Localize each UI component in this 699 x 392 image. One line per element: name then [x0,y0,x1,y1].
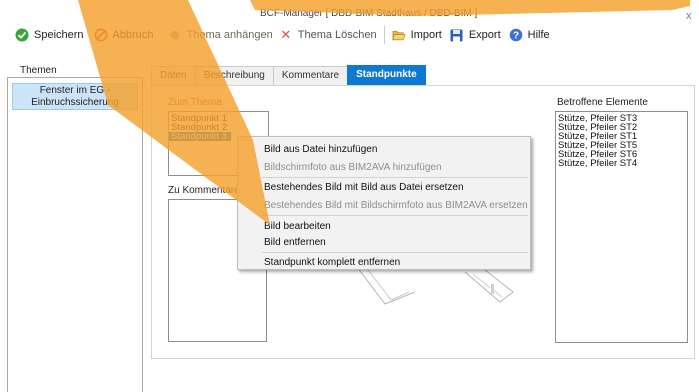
affected-elements-list[interactable]: Stütze, Pfeiler ST3 Stütze, Pfeiler ST2 … [555,111,688,343]
tab-standpunkte[interactable]: Standpunkte [347,65,426,85]
element-item[interactable]: Stütze, Pfeiler ST4 [556,159,687,169]
themes-label: Themen [20,65,57,76]
tab-bar: Daten Beschreibung Kommentare Standpunkt… [151,65,426,85]
menu-item-add-image-from-file[interactable]: Bild aus Datei hinzufügen [264,144,377,155]
help-icon: ? [509,28,523,42]
betroffene-elemente-label: Betroffene Elemente [557,97,648,108]
menu-item-add-screenshot[interactable]: Bildschirmfoto aus BIM2AVA hinzufügen [264,162,442,173]
floppy-disk-icon [450,28,464,42]
cancel-icon [94,28,108,42]
viewpoint-item-selected[interactable]: Standpunkt 3 [169,132,231,141]
folder-open-icon [392,28,406,42]
cancel-label: Abbruch [112,29,154,41]
menu-item-replace-with-file[interactable]: Bestehendes Bild mit Bild aus Datei erse… [264,182,464,193]
menu-item-remove-image[interactable]: Bild entfernen [264,237,326,248]
close-icon[interactable]: x [686,10,692,22]
tab-daten[interactable]: Daten [151,66,196,85]
toolbar-divider [383,26,385,44]
attach-topic-label: Thema anhängen [186,29,273,41]
tab-beschreibung[interactable]: Beschreibung [194,66,274,85]
zu-kommentaren-label: Zu Kommentaren [168,185,246,196]
tab-kommentare[interactable]: Kommentare [272,66,349,85]
menu-item-remove-viewpoint[interactable]: Standpunkt komplett entfernen [264,257,400,268]
export-label: Export [468,29,501,41]
window-title: BCF-Manager [ DBD-BIM Stadthaus / DBD-BI… [260,8,478,19]
menu-item-replace-with-screenshot[interactable]: Bestehendes Bild mit Bildschirmfoto aus … [264,200,528,211]
delete-icon: ✕ [280,27,292,42]
menu-divider [262,252,528,253]
svg-text:?: ? [513,31,519,42]
import-button[interactable]: Import [389,24,445,46]
save-label: Speichern [34,29,84,41]
theme-item[interactable]: Fenster im EG - Einbruchssicherung [12,83,138,110]
delete-topic-button[interactable]: ✕ Thema Löschen [276,24,380,46]
themes-list[interactable]: Fenster im EG - Einbruchssicherung [7,77,143,392]
save-button[interactable]: Speichern [12,24,87,46]
checkmark-icon [15,28,29,42]
menu-divider [262,177,528,178]
import-label: Import [410,29,442,41]
help-label: Hilfe [527,29,550,41]
zum-thema-label: Zum Thema [168,97,222,108]
cancel-button[interactable]: Abbruch [91,24,157,46]
toolbar: Speichern Abbruch Thema anhängen ✕ Thema… [0,24,699,46]
attach-icon [168,28,182,42]
help-button[interactable]: ? Hilfe [506,24,553,46]
title-bar: BCF-Manager [ DBD-BIM Stadthaus / DBD-BI… [0,0,699,22]
attach-topic-button[interactable]: Thema anhängen [165,24,276,46]
menu-item-edit-image[interactable]: Bild bearbeiten [264,221,331,232]
menu-divider [262,215,528,216]
export-button[interactable]: Export [447,24,504,46]
delete-topic-label: Thema Löschen [297,29,377,41]
context-menu: Bild aus Datei hinzufügen Bildschirmfoto… [237,136,531,270]
